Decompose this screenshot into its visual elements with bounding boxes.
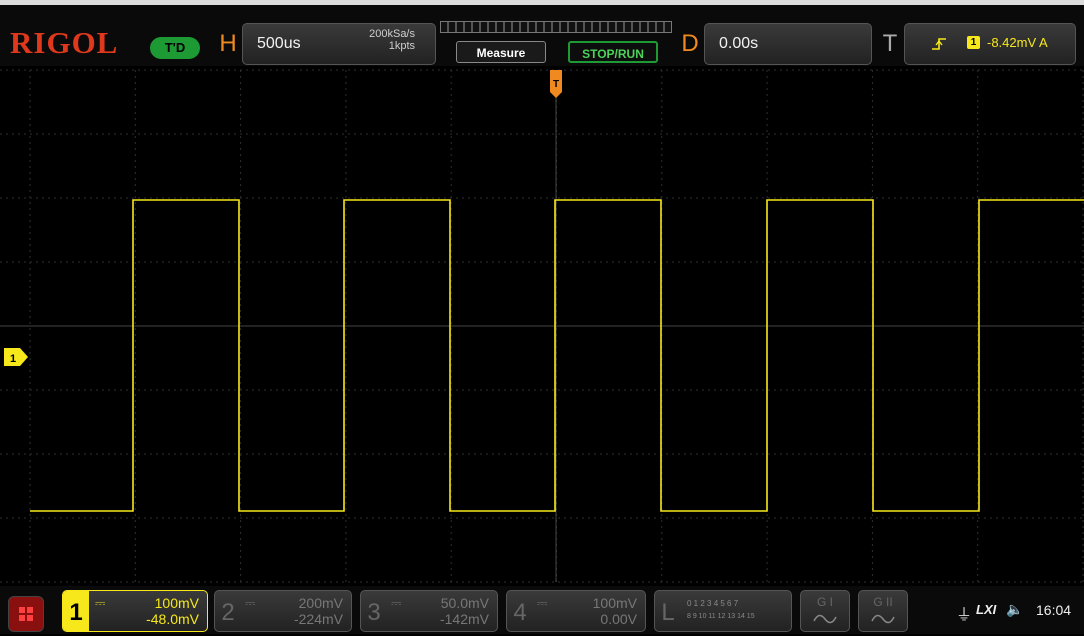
trigger-level: -8.42mV A — [987, 35, 1048, 50]
sine-wave-icon — [871, 614, 895, 624]
trigger-panel[interactable]: 1 -8.42mV A — [904, 23, 1076, 65]
speaker-muted-icon[interactable]: 🔈 — [1006, 601, 1023, 618]
channel-4-scale: 100mV — [592, 595, 637, 611]
top-status-bar: RIGOL T'D H 500us 200kSa/s 1kpts Measure… — [0, 0, 1084, 66]
ch1-marker-label: 1 — [10, 353, 16, 365]
channel-4-offset: 0.00V — [600, 611, 637, 627]
delay-label[interactable]: D — [676, 23, 704, 65]
memory-position-strip[interactable] — [440, 21, 672, 33]
delay-value: 0.00s — [719, 35, 759, 52]
channel-2-number: 2 — [221, 599, 235, 626]
channel-2-scale: 200mV — [298, 595, 343, 611]
horizontal-panel[interactable]: 500us 200kSa/s 1kpts — [242, 23, 436, 65]
lxi-icon: LXI — [976, 602, 997, 617]
memory-depth: 1kpts — [388, 40, 415, 52]
channel-3-scale: 50.0mV — [440, 595, 489, 611]
channel-1-scale: 100mV — [154, 595, 199, 611]
trigger-source-badge: 1 — [967, 36, 980, 49]
usb-icon: ⏚ — [956, 607, 973, 624]
logic-channels-row2: 8 9 10 11 12 13 14 15 — [687, 613, 755, 620]
sample-rate: 200kSa/s — [369, 28, 415, 40]
horizontal-label[interactable]: H — [214, 23, 242, 65]
generator-2-label: G II — [873, 595, 893, 609]
channel-1-offset: -48.0mV — [146, 611, 199, 627]
generator-1-label: G I — [816, 595, 833, 609]
oscilloscope-screen: T 1 RIGOL T'D H 500us 200kSa/s 1kpts Mea… — [0, 0, 1084, 634]
logic-label: L — [661, 599, 675, 626]
channel-2-offset: -224mV — [293, 611, 343, 627]
channel-3-offset: -142mV — [439, 611, 489, 627]
generator-1-button[interactable]: G I — [800, 590, 850, 632]
rising-edge-icon — [932, 38, 946, 50]
channel-3-number: 3 — [367, 599, 381, 626]
menu-button[interactable] — [8, 596, 44, 632]
logic-analyzer-panel[interactable]: L 0 1 2 3 4 5 6 7 8 9 10 11 12 13 14 15 — [654, 590, 792, 632]
acquisition-status-badge[interactable]: T'D — [150, 37, 200, 59]
dc-coupling-icon: ⎓ — [95, 595, 106, 610]
grid-menu-icon — [19, 607, 33, 621]
channel-1-panel[interactable]: 1 ⎓ 100mV -48.0mV — [62, 590, 208, 632]
channel-3-panel[interactable]: 3 ⎓ 50.0mV -142mV — [360, 590, 498, 632]
channel-4-number: 4 — [513, 599, 527, 626]
generator-2-button[interactable]: G II — [858, 590, 908, 632]
sine-wave-icon — [813, 614, 837, 624]
channel-4-panel[interactable]: 4 ⎓ 100mV 0.00V — [506, 590, 646, 632]
dc-coupling-icon: ⎓ — [537, 595, 548, 610]
trigger-label[interactable]: T — [876, 23, 904, 65]
delay-panel[interactable]: 0.00s — [704, 23, 872, 65]
channel-2-panel[interactable]: 2 ⎓ 200mV -224mV — [214, 590, 352, 632]
measure-button[interactable]: Measure — [456, 41, 546, 63]
stop-run-button[interactable]: STOP/RUN — [568, 41, 658, 63]
trigger-marker-label: T — [553, 79, 559, 90]
channel-1-number: 1 — [63, 591, 89, 631]
timebase-value: 500us — [257, 35, 301, 52]
clock: 16:04 — [1036, 602, 1072, 618]
dc-coupling-icon: ⎓ — [391, 595, 402, 610]
logic-channels-row1: 0 1 2 3 4 5 6 7 — [687, 599, 739, 608]
waveform-display: T 1 — [0, 66, 1084, 586]
dc-coupling-icon: ⎓ — [245, 595, 256, 610]
brand-logo: RIGOL — [10, 25, 119, 60]
